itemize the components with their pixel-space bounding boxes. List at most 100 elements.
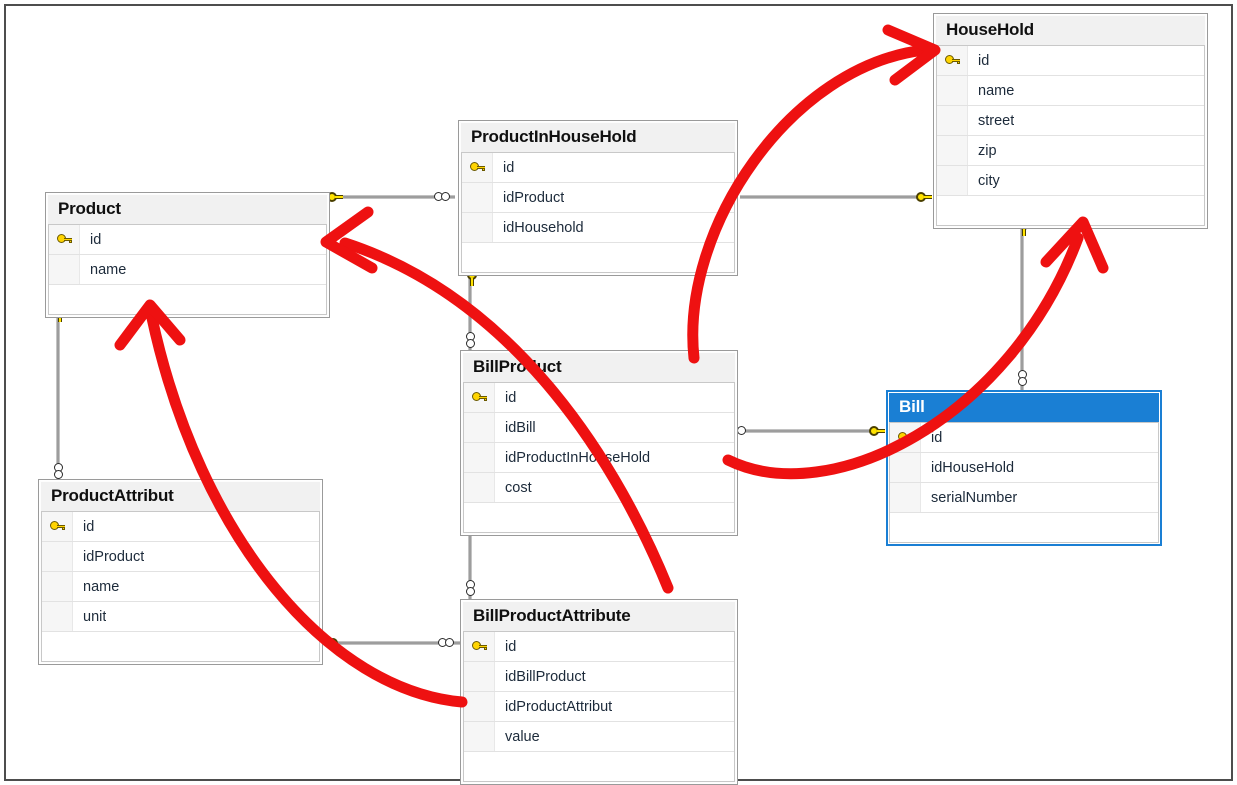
field-row[interactable]: street	[937, 106, 1204, 136]
field-row[interactable]: idHousehold	[462, 213, 734, 243]
key-icon	[944, 55, 960, 66]
field-row[interactable]: name	[49, 255, 326, 285]
field-row[interactable]: idBillProduct	[464, 662, 734, 692]
field-name: idBillProduct	[505, 668, 586, 685]
field-row[interactable]: id	[42, 512, 319, 542]
entity-table-product[interactable]: Product id name	[45, 192, 330, 318]
entity-table-billproductattribute[interactable]: BillProductAttribute id idBillProduct id…	[460, 599, 738, 785]
entity-field-list: id idHouseHold serialNumber	[889, 422, 1159, 543]
field-name: id	[505, 638, 517, 655]
primary-key-gutter	[42, 542, 73, 571]
field-name: name	[978, 82, 1015, 99]
relationship-one-key-icon	[916, 191, 932, 203]
field-name: idProductAttribut	[505, 698, 613, 715]
entity-field-list: id name	[48, 224, 327, 315]
primary-key-gutter	[42, 632, 73, 661]
field-row-empty[interactable]	[49, 285, 326, 315]
field-name: city	[978, 172, 1000, 189]
field-row[interactable]: idProduct	[462, 183, 734, 213]
field-name: serialNumber	[931, 489, 1018, 506]
relationship-many-infinity-icon	[438, 638, 456, 647]
entity-title: Bill	[889, 393, 1159, 422]
field-row[interactable]: id	[464, 383, 734, 413]
field-row-empty[interactable]	[462, 243, 734, 273]
primary-key-gutter	[462, 183, 493, 212]
primary-key-gutter	[890, 483, 921, 512]
field-row[interactable]: zip	[937, 136, 1204, 166]
field-row[interactable]: value	[464, 722, 734, 752]
field-name: unit	[83, 608, 107, 625]
primary-key-gutter	[890, 513, 921, 542]
field-row[interactable]: id	[462, 153, 734, 183]
entity-field-list: id idProduct name unit	[41, 511, 320, 662]
field-row[interactable]: name	[42, 572, 319, 602]
primary-key-gutter	[890, 453, 921, 482]
field-name: id	[90, 231, 102, 248]
entity-table-household[interactable]: HouseHold id name street zip city	[933, 13, 1208, 229]
field-row[interactable]: idHouseHold	[890, 453, 1158, 483]
entity-table-productattribut[interactable]: ProductAttribut id idProduct name unit	[38, 479, 323, 665]
field-name: cost	[505, 479, 532, 496]
relationship-many-infinity-icon	[54, 463, 63, 480]
field-name: idProductInHouseHold	[505, 449, 651, 466]
field-row[interactable]: idProductInHouseHold	[464, 443, 734, 473]
relationship-many-infinity-icon	[434, 192, 452, 201]
primary-key-gutter	[464, 383, 495, 412]
primary-key-gutter	[462, 213, 493, 242]
field-row[interactable]: id	[49, 225, 326, 255]
primary-key-gutter	[464, 662, 495, 691]
field-name: idHouseHold	[931, 459, 1015, 476]
field-name: idProduct	[503, 189, 565, 206]
field-row[interactable]: idProduct	[42, 542, 319, 572]
field-name: idHousehold	[503, 219, 584, 236]
entity-field-list: id idBillProduct idProductAttribut value	[463, 631, 735, 782]
primary-key-gutter	[464, 443, 495, 472]
field-row-empty[interactable]	[464, 752, 734, 782]
key-icon	[49, 521, 65, 532]
key-icon	[897, 432, 913, 443]
field-row[interactable]: unit	[42, 602, 319, 632]
entity-title: HouseHold	[936, 16, 1205, 45]
field-name: id	[505, 389, 517, 406]
field-name: id	[931, 429, 943, 446]
field-row[interactable]: name	[937, 76, 1204, 106]
field-row-empty[interactable]	[890, 513, 1158, 543]
primary-key-gutter	[464, 473, 495, 502]
entity-title: BillProduct	[463, 353, 735, 382]
entity-table-productinhousehold[interactable]: ProductInHouseHold id idProduct idHouseh…	[458, 120, 738, 276]
key-icon	[56, 234, 72, 245]
primary-key-gutter	[462, 243, 493, 272]
entity-title: ProductInHouseHold	[461, 123, 735, 152]
primary-key-gutter	[937, 106, 968, 135]
field-row[interactable]: cost	[464, 473, 734, 503]
field-name: street	[978, 112, 1015, 129]
entity-table-bill[interactable]: Bill id idHouseHold serialNumber	[886, 390, 1162, 546]
primary-key-gutter	[49, 285, 80, 314]
primary-key-gutter	[464, 722, 495, 751]
primary-key-gutter	[42, 512, 73, 541]
primary-key-gutter	[937, 136, 968, 165]
field-name: name	[83, 578, 120, 595]
relationship-one-key-icon	[322, 637, 338, 649]
field-row[interactable]: city	[937, 166, 1204, 196]
entity-field-list: id name street zip city	[936, 45, 1205, 226]
entity-title: BillProductAttribute	[463, 602, 735, 631]
key-icon	[471, 641, 487, 652]
field-row[interactable]: serialNumber	[890, 483, 1158, 513]
field-row[interactable]: id	[937, 46, 1204, 76]
er-diagram-canvas: Product id name ProductInHouseHold id id…	[0, 0, 1237, 785]
primary-key-gutter	[464, 413, 495, 442]
field-row[interactable]: id	[890, 423, 1158, 453]
field-row-empty[interactable]	[42, 632, 319, 662]
field-row[interactable]: idBill	[464, 413, 734, 443]
entity-table-billproduct[interactable]: BillProduct id idBill idProductInHouseHo…	[460, 350, 738, 536]
entity-title: ProductAttribut	[41, 482, 320, 511]
field-row[interactable]: id	[464, 632, 734, 662]
field-row-empty[interactable]	[464, 503, 734, 533]
entity-field-list: id idBill idProductInHouseHold cost	[463, 382, 735, 533]
field-row-empty[interactable]	[937, 196, 1204, 226]
primary-key-gutter	[42, 572, 73, 601]
relationship-many-infinity-icon	[466, 580, 475, 597]
field-row[interactable]: idProductAttribut	[464, 692, 734, 722]
primary-key-gutter	[937, 166, 968, 195]
